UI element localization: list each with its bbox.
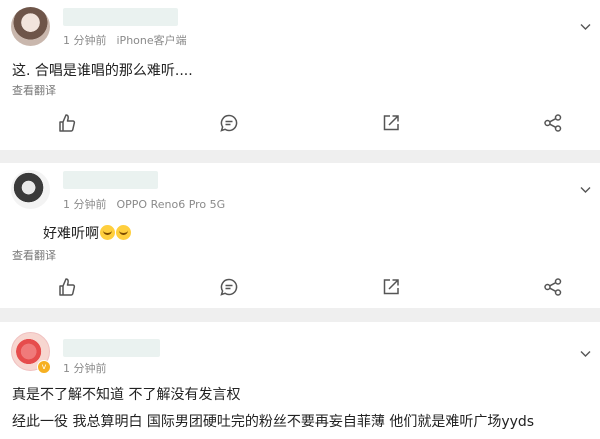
comment-icon[interactable] [219,113,239,133]
post-text: 这. 合唱是谁唱的那么难听.... [12,63,193,79]
username-redacted[interactable] [63,339,160,357]
crying-emoji-icon [116,225,131,240]
post-text: 真是不了解不知道 不了解没有发言权 [12,387,241,403]
username-redacted[interactable] [63,8,178,26]
avatar[interactable] [11,7,50,46]
post-meta: 1 分钟前 OPPO Reno6 Pro 5G [63,196,225,212]
post-source: iPhone客户端 [116,34,187,47]
translate-link[interactable]: 查看翻译 [12,82,56,98]
username-redacted[interactable] [63,171,158,189]
post-text-row: 好难听啊 [43,223,131,243]
post-time: 1 分钟前 [63,34,107,47]
share-icon[interactable] [543,277,563,297]
translate-link[interactable]: 查看翻译 [12,247,56,263]
post-meta: 1 分钟前 iPhone客户端 [63,32,187,48]
comment-icon[interactable] [219,277,239,297]
chevron-down-icon[interactable] [580,21,591,32]
chevron-down-icon[interactable] [580,184,591,195]
crying-emoji-icon [100,225,115,240]
repost-icon[interactable] [381,113,401,133]
post-source: OPPO Reno6 Pro 5G [116,198,226,211]
post-text: 好难听啊 [43,226,99,242]
thumbs-up-icon[interactable] [57,113,77,133]
comment-feed: 1 分钟前 iPhone客户端 这. 合唱是谁唱的那么难听.... 查看翻译 1 … [0,0,600,439]
post-meta: 1 分钟前 [63,360,107,376]
post-text: 经此一役 我总算明白 国际男团硬吐完的粉丝不要再妄自菲薄 他们就是难听广场yyd… [12,414,535,430]
thumbs-up-icon[interactable] [57,277,77,297]
share-icon[interactable] [543,113,563,133]
chevron-down-icon[interactable] [580,348,591,359]
post-time: 1 分钟前 [63,362,107,375]
post-time: 1 分钟前 [63,198,107,211]
avatar[interactable] [11,170,50,209]
verified-badge-icon: v [37,360,51,374]
repost-icon[interactable] [381,277,401,297]
